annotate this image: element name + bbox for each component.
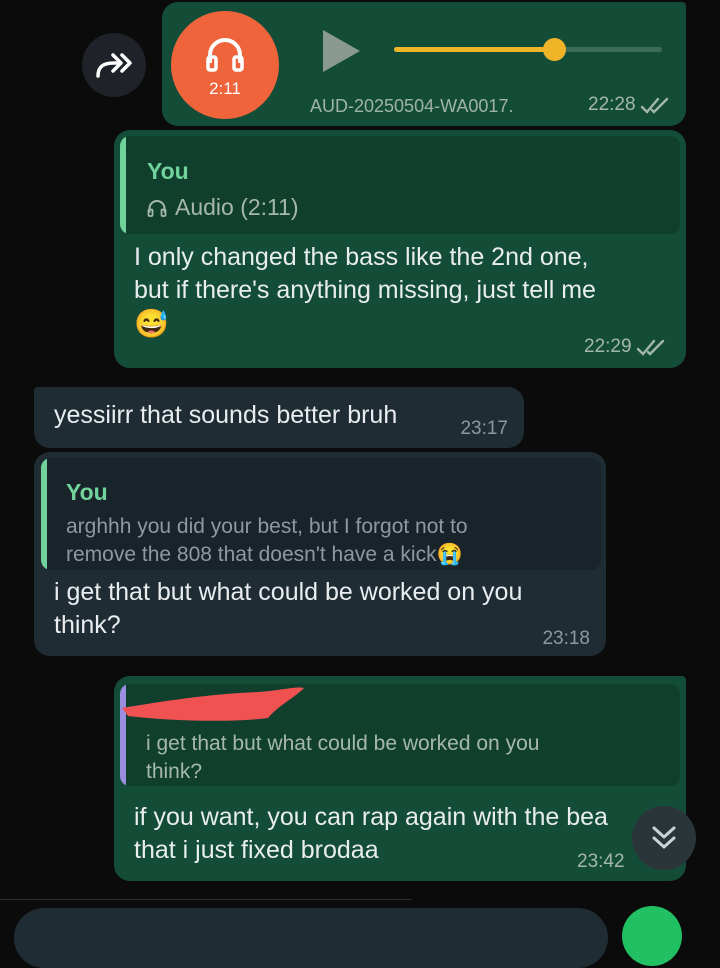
message-text: i get that but what could be worked on y… <box>54 576 522 642</box>
audio-progress-fill <box>394 47 555 52</box>
audio-meta: 22:28 <box>588 94 672 116</box>
message-text: yessiirr that sounds better bruh <box>54 401 398 429</box>
quote-body: arghhh you did your best, but I forgot n… <box>66 513 468 569</box>
double-check-icon <box>640 97 669 114</box>
message-line: but if there's anything missing, just te… <box>134 276 596 304</box>
scroll-to-bottom-button[interactable] <box>632 806 696 870</box>
headphones-icon <box>206 38 244 72</box>
message-line: i get that but what could be worked on y… <box>54 578 523 606</box>
quote-bar <box>41 458 47 570</box>
message-time: 22:28 <box>588 94 636 115</box>
message-time: 23:42 <box>577 851 625 872</box>
quote-line: think? <box>146 760 203 783</box>
quote-text: Audio (2:11) <box>175 194 299 220</box>
redaction-scribble <box>122 687 304 721</box>
audio-progress-thumb[interactable] <box>542 38 566 61</box>
audio-filename: AUD-20250504-WA0017. <box>310 96 514 116</box>
outgoing-message-bubble[interactable]: You Audio (2:11) I only changed the bass… <box>114 130 686 368</box>
quoted-message[interactable]: You Audio (2:11) <box>120 136 680 234</box>
quote-line: i get that but what could be worked on y… <box>146 732 540 755</box>
audio-progress-track[interactable] <box>394 38 662 61</box>
outgoing-message-bubble[interactable]: i get that but what could be worked on y… <box>114 676 686 881</box>
play-icon[interactable] <box>320 28 362 74</box>
quote-line: arghhh you did your best, but I forgot n… <box>66 515 468 538</box>
emoji: 😅 <box>134 308 169 339</box>
forward-icon <box>96 53 132 78</box>
message-line: think? <box>54 611 121 639</box>
message-line: I only changed the bass like the 2nd one… <box>134 243 589 271</box>
message-time: 22:29 <box>584 336 632 357</box>
headphones-icon <box>147 199 167 217</box>
quote-bar <box>120 136 126 234</box>
quote-author: You <box>66 479 108 505</box>
message-line: if you want, you can rap again with the … <box>134 803 608 831</box>
message-meta: 22:29 <box>584 336 668 358</box>
message-time: 23:18 <box>542 628 590 649</box>
incoming-message-bubble[interactable]: You arghhh you did your best, but I forg… <box>34 452 606 656</box>
message-text: if you want, you can rap again with the … <box>134 801 654 867</box>
quote-author: You <box>147 158 189 184</box>
mic-button[interactable] <box>622 906 682 966</box>
audio-duration: 2:11 <box>209 79 241 98</box>
quoted-message[interactable]: You arghhh you did your best, but I forg… <box>41 458 601 570</box>
message-text: I only changed the bass like the 2nd one… <box>134 241 596 340</box>
message-input-bar[interactable] <box>14 908 608 968</box>
incoming-message-bubble[interactable]: yessiirr that sounds better bruh 23:17 <box>34 387 524 448</box>
audio-message-bubble[interactable]: 2:11 AUD-20250504-WA0017. 22:28 <box>162 2 686 126</box>
forward-button[interactable] <box>82 33 146 97</box>
quote-line: remove the 808 that doesn't have a kick <box>66 543 437 566</box>
double-chevron-down-icon <box>652 826 676 849</box>
message-line: that i just fixed brodaa <box>134 836 379 864</box>
quote-body: i get that but what could be worked on y… <box>146 730 539 786</box>
message-time: 23:17 <box>460 418 508 439</box>
divider <box>0 899 412 900</box>
quote-body: Audio (2:11) <box>147 194 299 221</box>
audio-avatar: 2:11 <box>171 11 279 119</box>
emoji: 😭 <box>436 543 463 566</box>
double-check-icon <box>636 339 665 356</box>
